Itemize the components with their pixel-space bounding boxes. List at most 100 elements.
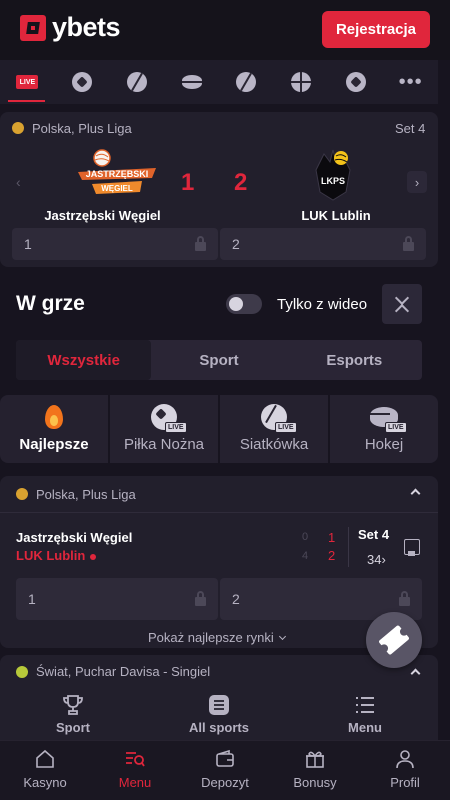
handball-icon [345,72,366,92]
strip-live[interactable]: LIVE [0,60,55,104]
stats-icon[interactable] [404,539,420,556]
next-league-name: Świat, Puchar Davisa - Singiel [36,664,211,679]
match-away-team[interactable]: LUK Lublin [16,548,97,563]
nav-menu[interactable]: Menu [90,741,180,800]
odd-label: 2 [232,591,240,607]
nav-bonusy[interactable]: Bonusy [270,741,360,800]
logo-mark-icon [20,14,46,41]
home-sets: 1 [328,530,336,545]
toggle-knob [229,297,243,311]
more-icon: ••• [398,70,423,93]
strip-volleyball[interactable] [110,60,165,104]
match-home-team[interactable]: Jastrzębski Węgiel [16,530,132,545]
volleyball-icon [16,488,28,500]
volleyball-icon [126,72,147,92]
lock-icon [195,591,206,606]
lock-icon [403,236,414,251]
tab-wszystkie[interactable]: Wszystkie [16,340,152,380]
category-label: Siatkówka [239,436,309,453]
featured-home-team: Jastrzębski Węgiel [44,208,161,223]
tab-esports[interactable]: Esports [287,340,422,380]
tab-sport[interactable]: Sport [151,340,286,380]
featured-away-team: LUK Lublin [301,208,371,223]
subnav-all-sports[interactable]: All sports [146,690,292,740]
register-button[interactable]: Rejestracja [322,11,430,48]
live-badge: LIVE [275,422,297,433]
menu-search-icon [126,752,145,767]
match-league: Polska, Plus Liga [36,487,136,502]
nav-depozyt[interactable]: Depozyt [180,741,270,800]
video-only-label: Tylko z wideo [277,296,368,313]
football-icon [72,72,93,92]
gift-icon [306,751,324,768]
strip-tennis[interactable] [219,60,274,104]
strip-basketball[interactable] [274,60,329,104]
wallet-icon [216,749,234,767]
odd-label: 1 [28,591,36,607]
featured-home-score: 1 [181,169,195,196]
basketball-icon [291,72,312,92]
strip-more[interactable]: ••• [383,60,438,104]
tennis-icon [16,666,28,678]
prev-arrow-icon[interactable]: ‹ [16,174,21,190]
brand-name: ybets [52,12,121,42]
featured-odd-away[interactable]: 2 [220,228,426,260]
flame-icon [45,405,63,429]
away-prev-points: 4 [302,550,309,562]
betslip-button[interactable] [366,612,422,668]
category-hokej[interactable]: LIVE Hokej [330,395,438,463]
away-sets: 2 [328,548,336,563]
collapse-all-button[interactable] [382,284,422,324]
featured-set: Set 4 [395,121,426,136]
basketball-ball-icon [236,72,257,92]
live-badge: LIVE [385,422,407,433]
bottom-nav: Kasyno Menu Depozyt Bonusy Profil [0,740,450,800]
lock-icon [399,591,410,606]
volleyball-icon [12,122,24,134]
strip-football[interactable] [55,60,110,104]
home-prev-points: 0 [302,531,309,543]
in-play-title: W grze [16,292,85,315]
next-arrow-icon[interactable]: › [407,171,427,193]
live-icon: LIVE [16,75,39,89]
svg-text:WĘGIEL: WĘGIEL [101,184,133,193]
category-label: Hokej [364,436,404,453]
subnav-menu[interactable]: Menu [292,690,438,740]
ticket-icon [378,624,410,656]
nav-kasyno[interactable]: Kasyno [0,741,90,800]
featured-odd-home[interactable]: 1 [12,228,218,260]
away-logo-text: LKPS [321,176,345,186]
brand-logo[interactable]: ybets [20,12,121,43]
show-best-markets[interactable]: Pokaż najlepsze rynki [148,630,286,645]
trophy-icon [63,695,83,715]
in-play-tabs: Wszystkie Sport Esports [16,340,422,380]
home-team-logo: JASTRZĘBSKI WĘGIEL [78,149,156,194]
strip-hockey[interactable] [164,60,219,104]
markets-link[interactable]: 34› [367,552,386,567]
hockey-icon [181,75,202,89]
user-icon [396,750,414,769]
category-najlepsze[interactable]: Najlepsze [0,395,108,463]
category-pilka-nozna[interactable]: LIVE Piłka Nożna [110,395,218,463]
chevron-down-icon [278,632,286,641]
list-icon [209,695,229,715]
match-set: Set 4 [358,527,390,542]
nav-profil[interactable]: Profil [360,741,450,800]
category-label: Najlepsze [19,436,89,453]
menu-list-icon [356,697,374,713]
strip-handball[interactable] [329,60,384,104]
category-label: Piłka Nożna [123,436,205,453]
home-logo-text: JASTRZĘBSKI [86,169,149,179]
match-odd-home[interactable]: 1 [16,578,218,620]
odd-label: 2 [232,236,240,252]
featured-league: Polska, Plus Liga [32,121,132,136]
subnav-sport[interactable]: Sport [0,690,146,740]
divider [0,512,438,513]
serving-indicator [90,553,97,560]
home-icon [36,749,54,768]
featured-away-score: 2 [234,169,248,196]
category-siatkowka[interactable]: LIVE Siatkówka [220,395,328,463]
odd-label: 1 [24,236,32,252]
sub-nav: Sport All sports Menu [0,690,438,740]
away-team-logo: LKPS [315,149,351,201]
